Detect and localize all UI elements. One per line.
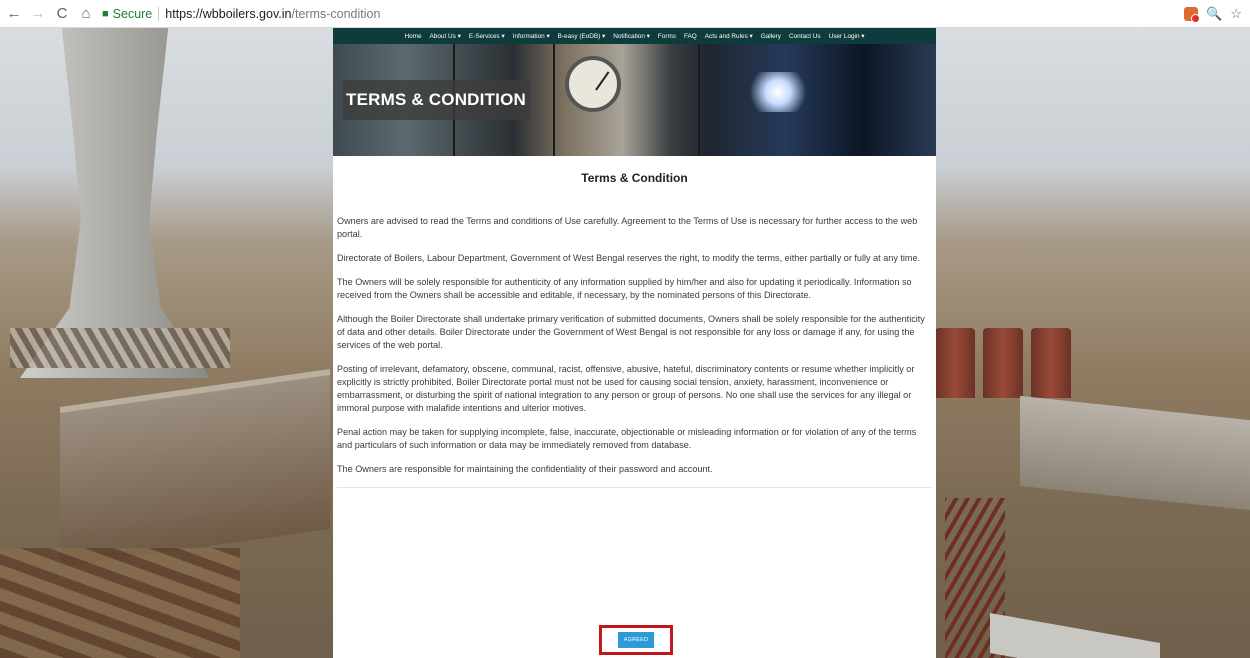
browser-toolbar: ← → C ⌂ ■ Secure https://wbboilers.gov.i… bbox=[0, 0, 1250, 28]
extension-icon[interactable] bbox=[1184, 6, 1201, 23]
banner-divider bbox=[698, 44, 700, 156]
plant-building-right bbox=[1020, 395, 1250, 511]
bookmark-star-icon[interactable]: ☆ bbox=[1230, 6, 1242, 22]
url-path[interactable]: /terms-condition bbox=[292, 7, 381, 21]
banner-divider bbox=[553, 44, 555, 156]
nav-item-b-easy[interactable]: B-easy (EoDB) ▾ bbox=[554, 32, 610, 40]
terms-paragraph: Penal action may be taken for supplying … bbox=[337, 427, 917, 450]
nav-item-information[interactable]: Information ▾ bbox=[509, 32, 554, 40]
nav-item-acts-and-rules[interactable]: Acts and Rules ▾ bbox=[701, 32, 757, 40]
site-navigation: Home About Us ▾ E-Services ▾ Information… bbox=[333, 28, 936, 44]
secure-label[interactable]: Secure bbox=[113, 7, 153, 21]
banner-title: TERMS & CONDITION bbox=[343, 80, 529, 120]
terms-paragraph: Posting of irrelevant, defamatory, obsce… bbox=[337, 364, 915, 413]
toolbar-right-icons: 🔍 ☆ bbox=[1184, 6, 1242, 23]
nav-item-e-services[interactable]: E-Services ▾ bbox=[465, 32, 509, 40]
nav-item-gallery[interactable]: Gallery bbox=[757, 33, 785, 40]
page-banner: TERMS & CONDITION bbox=[333, 44, 936, 156]
terms-paragraph: The Owners are responsible for maintaini… bbox=[337, 464, 713, 474]
welding-sparks-graphic bbox=[743, 72, 813, 112]
agreed-button[interactable]: AGREED bbox=[618, 632, 654, 648]
terms-paragraph: Owners are advised to read the Terms and… bbox=[337, 216, 918, 239]
cooling-tower-legs bbox=[10, 328, 230, 368]
tank bbox=[983, 328, 1023, 398]
address-separator bbox=[158, 6, 160, 21]
home-icon[interactable]: ⌂ bbox=[76, 4, 96, 24]
storage-tanks bbox=[935, 328, 1085, 408]
tank bbox=[1031, 328, 1071, 398]
terms-paragraph: Directorate of Boilers, Labour Departmen… bbox=[337, 253, 921, 263]
address-bar[interactable]: ■ Secure https://wbboilers.gov.in/terms-… bbox=[102, 3, 1178, 25]
content-divider bbox=[337, 487, 932, 488]
terms-paragraph: Although the Boiler Directorate shall un… bbox=[337, 314, 925, 350]
page-title: Terms & Condition bbox=[581, 171, 688, 185]
warehouse-right bbox=[990, 613, 1160, 658]
nav-item-contact-us[interactable]: Contact Us bbox=[785, 33, 825, 40]
nav-item-faq[interactable]: FAQ bbox=[680, 33, 701, 40]
url-host[interactable]: https://wbboilers.gov.in bbox=[165, 7, 291, 21]
back-icon[interactable]: ← bbox=[4, 4, 24, 24]
nav-item-home[interactable]: Home bbox=[400, 33, 425, 40]
zoom-icon[interactable]: 🔍 bbox=[1206, 6, 1222, 22]
terms-content: Terms & Condition Owners are advised to … bbox=[333, 172, 936, 488]
nav-item-forms[interactable]: Forms bbox=[654, 33, 680, 40]
forward-icon[interactable]: → bbox=[28, 4, 48, 24]
terms-page: Home About Us ▾ E-Services ▾ Information… bbox=[333, 28, 936, 658]
nav-item-user-login[interactable]: User Login ▾ bbox=[825, 32, 869, 40]
terms-paragraph: The Owners will be solely responsible fo… bbox=[337, 277, 912, 300]
agreed-highlight-box: AGREED bbox=[599, 625, 673, 655]
pressure-gauge-graphic bbox=[565, 56, 621, 112]
cooling-tower bbox=[20, 28, 210, 378]
nav-item-notification[interactable]: Notification ▾ bbox=[609, 32, 654, 40]
plant-building-left bbox=[60, 369, 330, 567]
tank bbox=[935, 328, 975, 398]
nav-item-about-us[interactable]: About Us ▾ bbox=[426, 32, 465, 40]
reload-icon[interactable]: C bbox=[52, 4, 72, 24]
pipes-left bbox=[0, 548, 240, 658]
lock-icon[interactable]: ■ bbox=[102, 8, 109, 20]
